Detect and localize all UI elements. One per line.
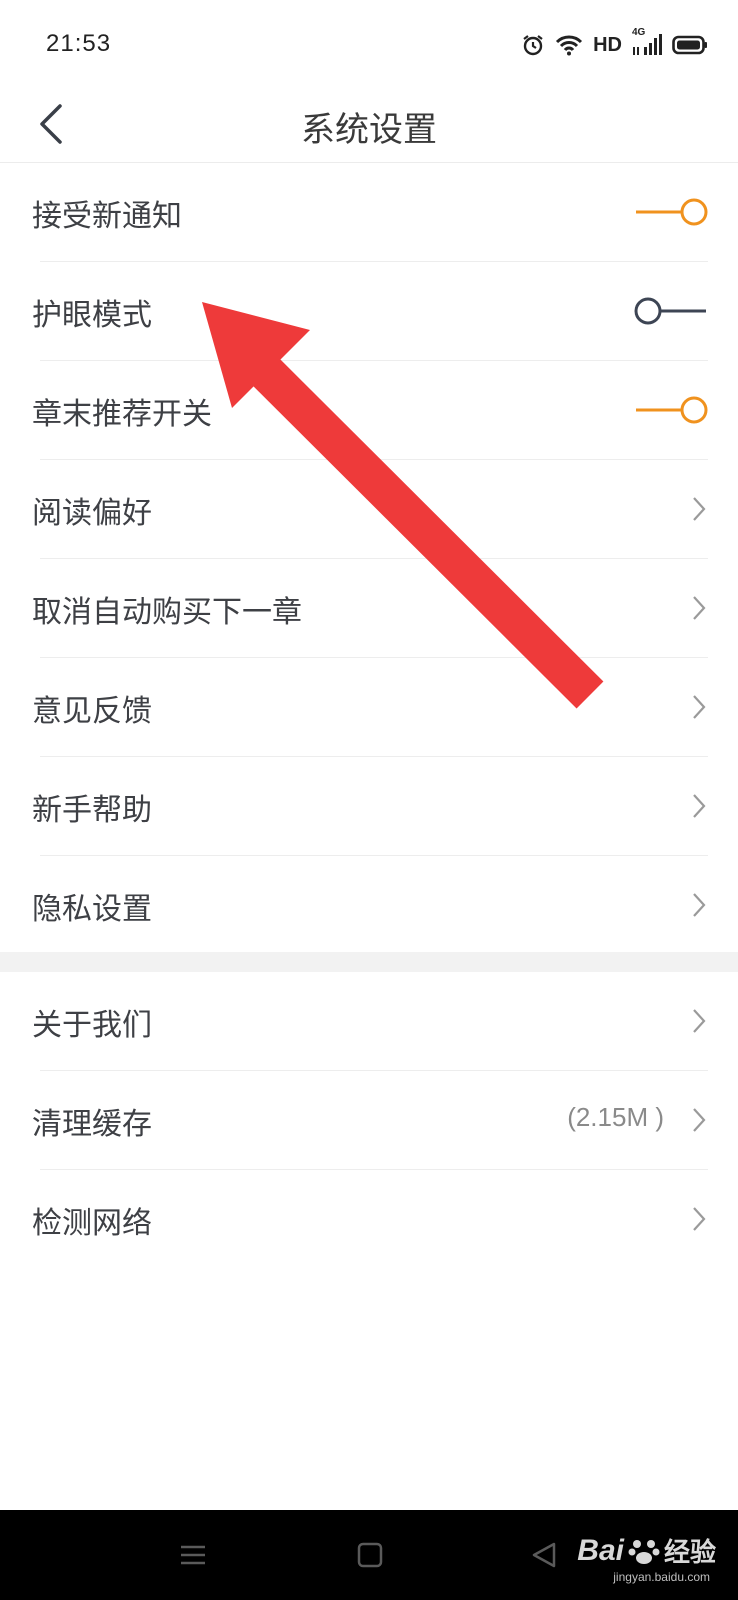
chevron-right-icon xyxy=(693,893,706,917)
page-title: 系统设置 xyxy=(301,110,437,150)
chevron-right-icon xyxy=(693,497,706,521)
setting-label: 清理缓存 xyxy=(32,1107,152,1142)
setting-label: 隐私设置 xyxy=(32,892,152,927)
system-nav-bar: Bai 经验 jingyan.baidu.com xyxy=(0,1510,738,1600)
toggle-switch-off[interactable] xyxy=(634,296,708,326)
chevron-right-icon xyxy=(693,1108,706,1132)
setting-row-network-check[interactable]: 检测网络 xyxy=(32,1170,708,1268)
watermark-url: jingyan.baidu.com xyxy=(613,1570,710,1584)
status-time: 21:53 xyxy=(46,30,112,57)
chevron-right-icon xyxy=(693,596,706,620)
setting-label: 取消自动购买下一章 xyxy=(32,595,302,630)
setting-row-feedback[interactable]: 意见反馈 xyxy=(32,658,708,757)
setting-row-reading-preference[interactable]: 阅读偏好 xyxy=(32,460,708,559)
toggle-switch-on[interactable] xyxy=(634,197,708,227)
watermark-brand: Bai xyxy=(577,1533,624,1567)
status-icons: HD 4G xyxy=(521,27,708,60)
header: 系统设置 xyxy=(0,90,738,163)
setting-label: 关于我们 xyxy=(32,1008,152,1043)
signal-icon: 4G xyxy=(632,27,662,57)
status-bar: 21:53 HD 4G xyxy=(0,0,738,90)
chevron-right-icon xyxy=(693,1207,706,1231)
watermark-suffix: 经验 xyxy=(663,1537,716,1567)
setting-label: 阅读偏好 xyxy=(32,496,152,531)
setting-row-privacy[interactable]: 隐私设置 xyxy=(32,856,708,954)
back-triangle-icon[interactable] xyxy=(530,1540,558,1570)
setting-label: 护眼模式 xyxy=(32,298,152,333)
menu-icon[interactable] xyxy=(178,1540,208,1570)
network-hd-label: HD xyxy=(593,33,622,56)
alarm-icon xyxy=(521,33,545,57)
toggle-switch-on[interactable] xyxy=(634,395,708,425)
section-divider xyxy=(0,952,738,972)
setting-row-chapter-recommend[interactable]: 章末推荐开关 xyxy=(32,361,708,460)
chevron-right-icon xyxy=(693,1009,706,1033)
setting-row-help[interactable]: 新手帮助 xyxy=(32,757,708,856)
chevron-right-icon xyxy=(693,695,706,719)
settings-group-2: 关于我们 清理缓存 (2.15M ) 检测网络 xyxy=(0,972,738,1268)
network-type-label: 4G xyxy=(632,27,646,38)
setting-label: 新手帮助 xyxy=(32,793,152,828)
battery-icon xyxy=(672,35,708,55)
setting-label: 章末推荐开关 xyxy=(32,397,212,432)
settings-group-1: 接受新通知 护眼模式 章末推荐开关 阅读偏好 取消自动购买下一章 意见反馈 新手… xyxy=(0,163,738,954)
setting-row-clear-cache[interactable]: 清理缓存 (2.15M ) xyxy=(32,1071,708,1170)
setting-row-cancel-auto-buy[interactable]: 取消自动购买下一章 xyxy=(32,559,708,658)
chevron-right-icon xyxy=(693,794,706,818)
paw-icon xyxy=(628,1539,660,1564)
wifi-icon xyxy=(555,34,583,56)
baidu-jingyan-watermark: Bai 经验 xyxy=(577,1532,716,1569)
setting-label: 检测网络 xyxy=(32,1206,152,1241)
setting-row-notifications[interactable]: 接受新通知 xyxy=(32,163,708,262)
home-icon[interactable] xyxy=(356,1540,384,1570)
cache-size-value: (2.15M ) xyxy=(567,1102,664,1132)
setting-label: 接受新通知 xyxy=(32,199,182,234)
setting-row-eye-care[interactable]: 护眼模式 xyxy=(32,262,708,361)
setting-label: 意见反馈 xyxy=(32,694,152,729)
setting-row-about[interactable]: 关于我们 xyxy=(32,972,708,1071)
